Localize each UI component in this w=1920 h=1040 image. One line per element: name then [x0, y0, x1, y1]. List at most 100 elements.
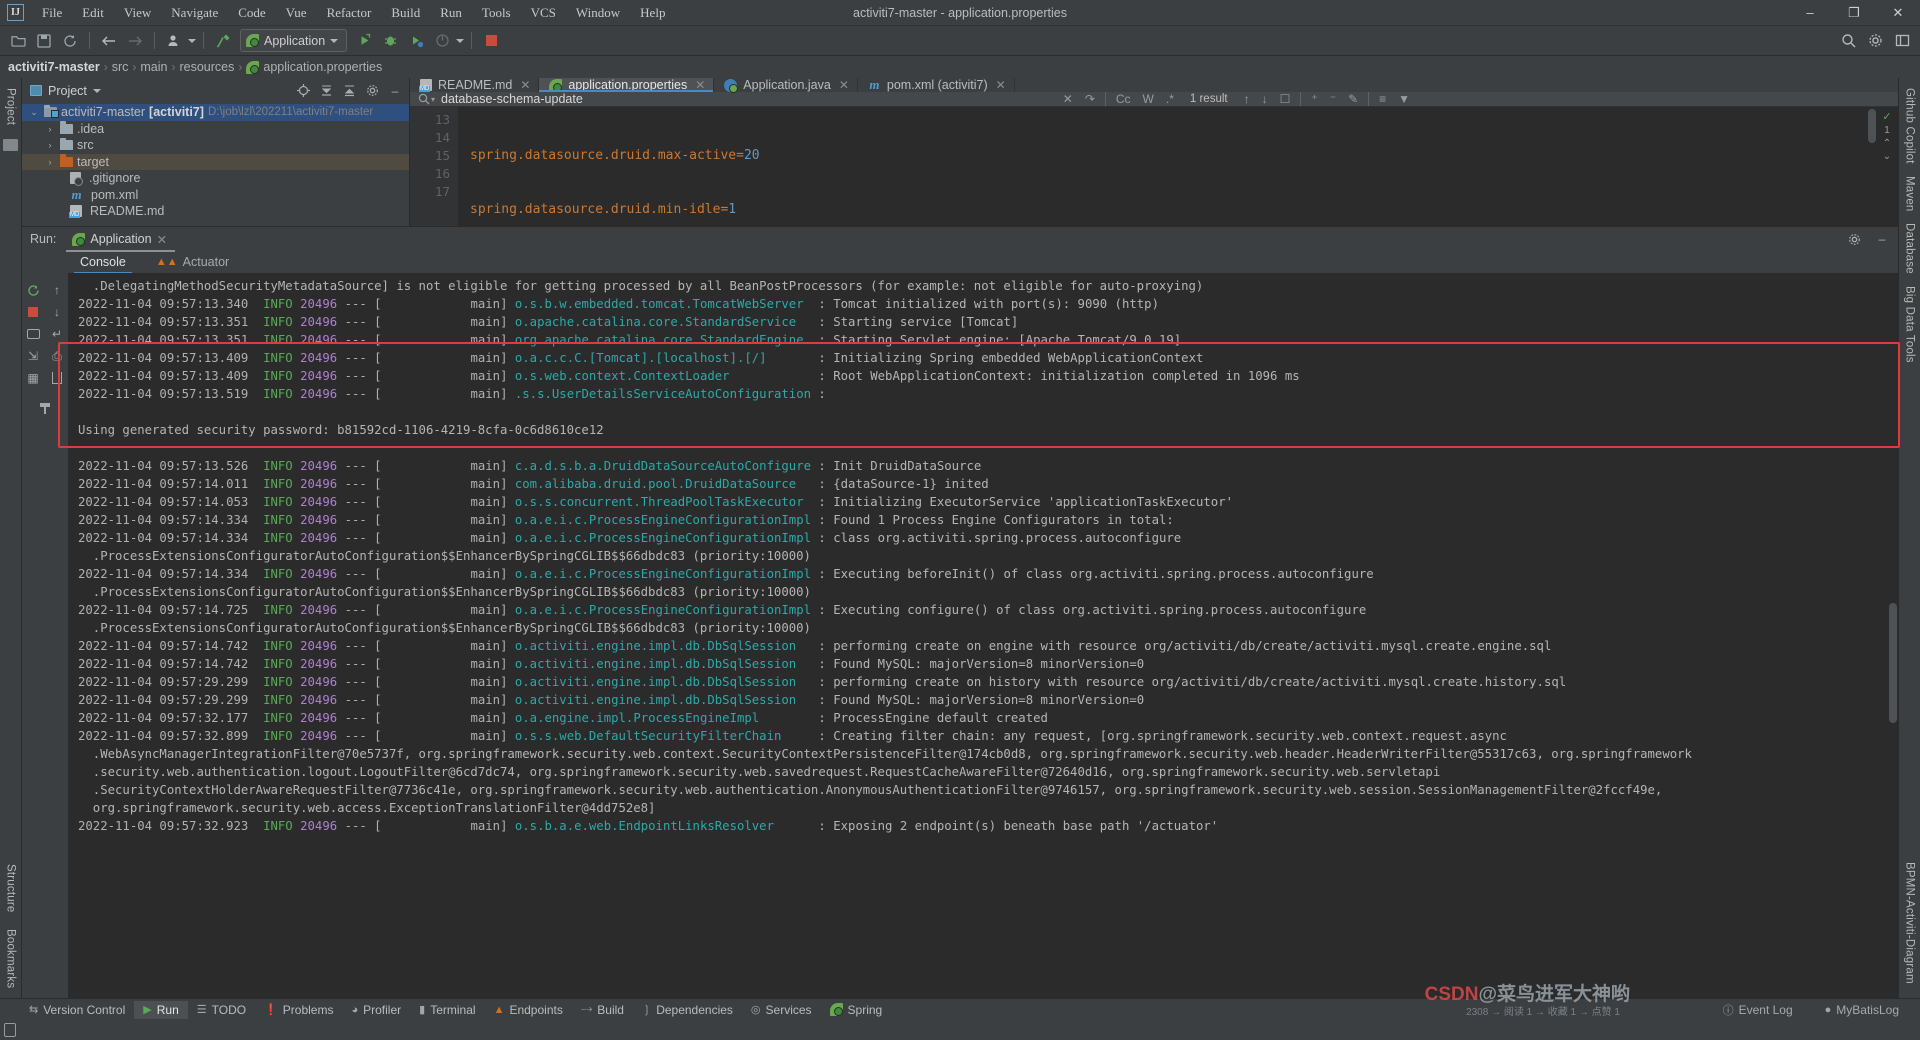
- export-icon[interactable]: ⇲: [22, 345, 44, 367]
- collapse-all-icon[interactable]: [316, 81, 336, 101]
- twisty-icon[interactable]: ⌄: [28, 107, 40, 118]
- rail-database[interactable]: Database: [1904, 223, 1916, 274]
- arrow-right-icon[interactable]: [123, 29, 147, 53]
- layout-icon[interactable]: [1890, 29, 1914, 53]
- console-scrollbar-thumb[interactable]: [1889, 603, 1897, 723]
- maximize-button[interactable]: ❐: [1832, 0, 1876, 25]
- expand-icon[interactable]: [339, 81, 359, 101]
- clear-search-icon[interactable]: ✕: [1057, 92, 1079, 106]
- menu-tools[interactable]: Tools: [472, 2, 521, 24]
- settings-gear-icon[interactable]: [1844, 229, 1864, 249]
- twisty-icon[interactable]: ›: [44, 157, 56, 167]
- locate-icon[interactable]: [293, 81, 313, 101]
- status-item-profiler[interactable]: ◕ Profiler: [342, 1001, 410, 1019]
- status-item-terminal[interactable]: ▮ Terminal: [410, 1001, 484, 1019]
- menu-refactor[interactable]: Refactor: [317, 2, 382, 24]
- editor-tab-application-java[interactable]: Application.java ✕: [714, 78, 858, 93]
- profiler-caret-icon[interactable]: [456, 38, 465, 43]
- run-configuration-selector[interactable]: Application: [240, 29, 348, 52]
- menu-vcs[interactable]: VCS: [521, 2, 566, 24]
- rail-folder-icon[interactable]: [3, 139, 18, 152]
- menu-code[interactable]: Code: [228, 2, 275, 24]
- editor-tab-pom-xml[interactable]: m pom.xml (activiti7) ✕: [858, 77, 1015, 92]
- tab-console[interactable]: Console: [74, 253, 132, 274]
- close-icon[interactable]: ✕: [839, 78, 849, 92]
- status-item-problems[interactable]: ❗ Problems: [255, 1001, 342, 1019]
- menu-view[interactable]: View: [114, 2, 161, 24]
- reader-mode-icon[interactable]: [4, 1023, 16, 1037]
- camera-icon[interactable]: [22, 323, 44, 345]
- editor-tab-application-properties[interactable]: application.properties ✕: [539, 78, 715, 92]
- chevron-down-icon[interactable]: ⌄: [1883, 151, 1891, 162]
- remove-occurrence-icon[interactable]: ⁻: [1324, 92, 1342, 106]
- tree-node-gitignore[interactable]: .gitignore: [22, 170, 409, 187]
- run-tab-application[interactable]: Application ✕: [66, 229, 175, 252]
- tree-node-pom-xml[interactable]: m pom.xml: [22, 187, 409, 204]
- status-item-endpoints[interactable]: ▲ Endpoints: [485, 1001, 572, 1019]
- search-input[interactable]: database-schema-update: [441, 92, 583, 106]
- chevron-up-icon[interactable]: ⌃: [1883, 138, 1891, 149]
- soft-wrap-icon[interactable]: ↵: [46, 323, 68, 345]
- breadcrumb-item-3[interactable]: resources: [179, 60, 234, 74]
- console-output[interactable]: .DelegatingMethodSecurityMetadataSource]…: [68, 273, 1898, 998]
- whole-words-toggle[interactable]: W: [1137, 92, 1160, 106]
- print-icon[interactable]: ⎙: [46, 345, 68, 367]
- arrow-up-icon[interactable]: ↑: [1238, 92, 1256, 106]
- status-item-dependencies[interactable]: ❳ Dependencies: [633, 1001, 742, 1019]
- tree-node-src[interactable]: › src: [22, 137, 409, 154]
- sync-icon[interactable]: [58, 29, 82, 53]
- rail-maven[interactable]: Maven: [1904, 176, 1916, 212]
- edit-occurrence-icon[interactable]: ✎: [1342, 92, 1364, 106]
- close-icon[interactable]: ✕: [695, 78, 705, 92]
- regex-toggle[interactable]: .*: [1160, 92, 1180, 106]
- breadcrumb-item-4[interactable]: application.properties: [263, 60, 382, 74]
- rerun-icon[interactable]: [22, 279, 44, 301]
- tree-node-target[interactable]: › target: [22, 153, 409, 170]
- menu-edit[interactable]: Edit: [72, 2, 114, 24]
- rail-bookmarks-label[interactable]: Bookmarks: [5, 929, 17, 988]
- settings-gear-icon[interactable]: [362, 81, 382, 101]
- status-item-services[interactable]: ◎ Services: [742, 1001, 821, 1019]
- search-everywhere-icon[interactable]: [1836, 29, 1860, 53]
- status-item-event-log[interactable]: ⓘ Event Log: [1714, 1000, 1802, 1020]
- inspection-ok-icon[interactable]: ✓: [1882, 110, 1891, 123]
- in-selection-icon[interactable]: ≡: [1373, 92, 1392, 106]
- close-icon[interactable]: ✕: [157, 232, 167, 247]
- close-icon[interactable]: ✕: [520, 78, 530, 92]
- debug-bug-icon[interactable]: [378, 29, 402, 53]
- breadcrumb-item-1[interactable]: src: [112, 60, 129, 74]
- scroll-down-icon[interactable]: ↓: [46, 301, 68, 323]
- select-all-occurrences-icon[interactable]: ☐: [1274, 92, 1297, 106]
- close-icon[interactable]: ✕: [996, 78, 1006, 92]
- breadcrumb-item-0[interactable]: activiti7-master: [8, 60, 100, 74]
- menu-build[interactable]: Build: [381, 2, 430, 24]
- editor-scrollbar-thumb[interactable]: [1868, 109, 1876, 143]
- rail-big-data-tools[interactable]: Big Data Tools: [1904, 286, 1916, 363]
- status-item-version-control[interactable]: ⇆ Version Control: [20, 1001, 134, 1019]
- search-icon[interactable]: ▾: [418, 93, 435, 105]
- status-item-run[interactable]: ▶ Run: [134, 1000, 188, 1019]
- settings-gear-icon[interactable]: [1863, 29, 1887, 53]
- twisty-icon[interactable]: ›: [44, 124, 56, 134]
- scroll-up-icon[interactable]: ↑: [46, 279, 68, 301]
- tree-node-readme[interactable]: README.md: [22, 203, 409, 220]
- twisty-icon[interactable]: ›: [44, 140, 56, 150]
- folder-open-icon[interactable]: [6, 29, 30, 53]
- rail-structure-label[interactable]: Structure: [5, 864, 17, 912]
- status-item-todo[interactable]: ☰ TODO: [188, 1001, 255, 1019]
- pin-icon[interactable]: [34, 397, 56, 419]
- close-button[interactable]: ✕: [1876, 0, 1920, 25]
- history-icon[interactable]: ↷: [1079, 92, 1101, 106]
- tree-node-activiti7-master[interactable]: ⌄ activiti7-master [activiti7] D:\job\lz…: [22, 104, 409, 121]
- rail-bpmn-diagram[interactable]: BPMN-Activiti-Diagram: [1904, 862, 1916, 984]
- grid-icon[interactable]: ▦: [22, 367, 44, 389]
- save-icon[interactable]: [32, 29, 56, 53]
- profiler-icon[interactable]: [430, 29, 454, 53]
- chevron-down-icon[interactable]: [92, 88, 101, 93]
- filter-icon[interactable]: ▼: [1392, 92, 1416, 106]
- menu-vue[interactable]: Vue: [276, 2, 317, 24]
- rail-github-copilot[interactable]: Github Copilot: [1904, 88, 1916, 164]
- tab-actuator[interactable]: ▲▲ Actuator: [150, 253, 235, 271]
- run-coverage-icon[interactable]: [404, 29, 428, 53]
- add-occurrence-icon[interactable]: ⁺: [1305, 92, 1323, 106]
